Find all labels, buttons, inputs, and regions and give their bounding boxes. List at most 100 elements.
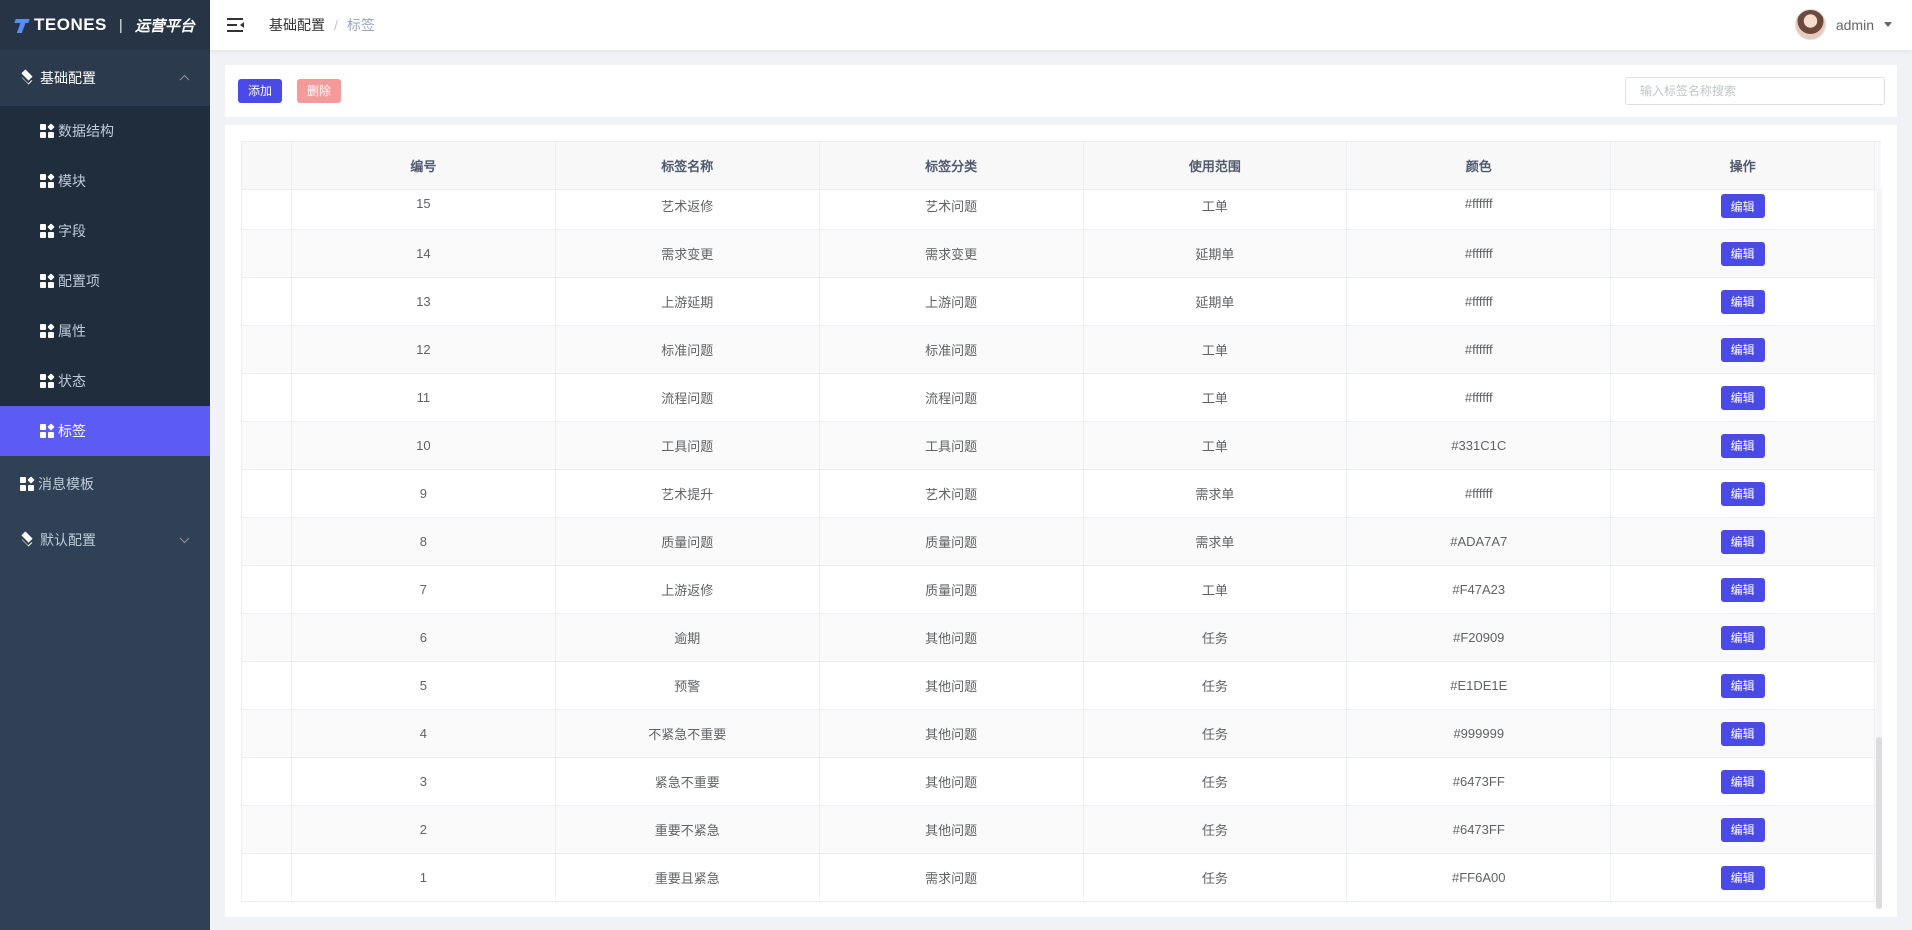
table-row[interactable]: 14 需求变更 需求变更 延期单 #ffffff 编辑 (242, 230, 1882, 278)
edit-button[interactable]: 编辑 (1720, 817, 1765, 842)
edit-button[interactable]: 编辑 (1720, 241, 1765, 266)
table-row[interactable]: 5 预警 其他问题 任务 #E1DE1E 编辑 (242, 662, 1882, 710)
table-row[interactable]: 8 质量问题 质量问题 需求单 #ADA7A7 编辑 (242, 518, 1882, 566)
tag-color-cell: #ffffff (1347, 230, 1612, 278)
edit-button[interactable]: 编辑 (1720, 865, 1765, 890)
edit-button[interactable]: 编辑 (1720, 337, 1765, 362)
table-row[interactable]: 15 艺术返修 艺术问题 工单 #ffffff 编辑 (242, 190, 1882, 230)
sidebar-item-message-template[interactable]: 消息模板 (0, 456, 210, 512)
logo-separator: | (118, 16, 123, 34)
menu-group-default-config[interactable]: 默认配置 (0, 512, 210, 568)
select-column-header[interactable] (242, 142, 292, 190)
sidebar-item-tag[interactable]: 标签 (0, 406, 210, 456)
actions-cell: 编辑 (1611, 566, 1876, 614)
username[interactable]: admin (1836, 17, 1874, 33)
table-row[interactable]: 13 上游延期 上游问题 延期单 #ffffff 编辑 (242, 278, 1882, 326)
actions-cell: 编辑 (1611, 374, 1876, 422)
tag-name-cell: 重要不紧急 (555, 806, 820, 854)
sidebar-item-label: 属性 (58, 323, 86, 339)
caret-down-icon[interactable] (1884, 22, 1892, 27)
tag-color-cell: #999999 (1347, 710, 1612, 758)
tag-scope-cell: 工单 (1083, 566, 1348, 614)
logo[interactable]: TEONES | 运营平台 (0, 0, 210, 50)
sidebar-item-label: 配置项 (58, 273, 100, 289)
edit-button[interactable]: 编辑 (1720, 481, 1765, 506)
tag-color-cell: #ffffff (1347, 278, 1612, 326)
edit-button[interactable]: 编辑 (1720, 289, 1765, 314)
table-row[interactable]: 11 流程问题 流程问题 工单 #ffffff 编辑 (242, 374, 1882, 422)
sidebar-item-config-option[interactable]: 配置项 (0, 256, 210, 306)
table-row[interactable]: 12 标准问题 标准问题 工单 #ffffff 编辑 (242, 326, 1882, 374)
actions-cell: 编辑 (1611, 470, 1876, 518)
table-row[interactable]: 2 重要不紧急 其他问题 任务 #6473FF 编辑 (242, 806, 1882, 854)
row-select-cell[interactable] (242, 614, 292, 662)
row-select-cell[interactable] (242, 230, 292, 278)
tag-scope-cell: 需求单 (1083, 470, 1348, 518)
actions-cell: 编辑 (1611, 422, 1876, 470)
tag-name-cell: 上游返修 (555, 566, 820, 614)
tag-name-cell: 预警 (555, 662, 820, 710)
tag-id-cell: 3 (291, 758, 556, 806)
tag-category-cell: 流程问题 (819, 374, 1084, 422)
breadcrumb-basic-config[interactable]: 基础配置 (269, 15, 325, 35)
table-row[interactable]: 7 上游返修 质量问题 工单 #F47A23 编辑 (242, 566, 1882, 614)
tag-color-cell: #ADA7A7 (1347, 518, 1612, 566)
edit-button[interactable]: 编辑 (1720, 433, 1765, 458)
row-select-cell[interactable] (242, 278, 292, 326)
table-row[interactable]: 9 艺术提升 艺术问题 需求单 #ffffff 编辑 (242, 470, 1882, 518)
table-row[interactable]: 1 重要且紧急 需求问题 任务 #FF6A00 编辑 (242, 854, 1882, 902)
edit-button[interactable]: 编辑 (1720, 194, 1765, 218)
add-button[interactable]: 添加 (238, 79, 283, 103)
tag-category-cell: 其他问题 (819, 662, 1084, 710)
table-row[interactable]: 10 工具问题 工具问题 工单 #331C1C 编辑 (242, 422, 1882, 470)
sidebar-item-field[interactable]: 字段 (0, 206, 210, 256)
collapse-menu-icon[interactable] (227, 18, 245, 32)
row-select-cell[interactable] (242, 190, 292, 230)
tag-category-cell: 质量问题 (819, 518, 1084, 566)
row-select-cell[interactable] (242, 566, 292, 614)
tag-color-cell: #ffffff (1347, 326, 1612, 374)
row-select-cell[interactable] (242, 374, 292, 422)
edit-button[interactable]: 编辑 (1720, 721, 1765, 746)
sidebar-item-data-structure[interactable]: 数据结构 (0, 106, 210, 156)
row-select-cell[interactable] (242, 422, 292, 470)
edit-button[interactable]: 编辑 (1720, 529, 1765, 554)
sidebar-item-label: 消息模板 (38, 476, 94, 492)
tag-search-input[interactable] (1625, 77, 1885, 105)
grid-icon (40, 323, 55, 338)
sidebar-item-module[interactable]: 模块 (0, 156, 210, 206)
sidebar-item-attribute[interactable]: 属性 (0, 306, 210, 356)
table-row[interactable]: 3 紧急不重要 其他问题 任务 #6473FF 编辑 (242, 758, 1882, 806)
row-select-cell[interactable] (242, 710, 292, 758)
row-select-cell[interactable] (242, 326, 292, 374)
menu-group-basic-config[interactable]: 基础配置 (0, 50, 210, 106)
tag-name-cell: 逾期 (555, 614, 820, 662)
sidebar-item-status[interactable]: 状态 (0, 356, 210, 406)
avatar[interactable] (1794, 9, 1826, 40)
row-select-cell[interactable] (242, 662, 292, 710)
row-select-cell[interactable] (242, 854, 292, 902)
tag-table: 编号 标签名称 标签分类 使用范围 颜色 操作 15 艺术返修 艺术问题 工单 #fff… (241, 141, 1882, 902)
row-select-cell[interactable] (242, 758, 292, 806)
delete-button[interactable]: 删除 (297, 79, 342, 103)
row-select-cell[interactable] (242, 470, 292, 518)
table-scrollbar[interactable] (1876, 189, 1882, 909)
tag-color-cell: #F47A23 (1347, 566, 1612, 614)
row-select-cell[interactable] (242, 518, 292, 566)
tag-color-cell: #ffffff (1347, 470, 1612, 518)
edit-button[interactable]: 编辑 (1720, 385, 1765, 410)
header-gutter (1875, 142, 1882, 190)
row-select-cell[interactable] (242, 806, 292, 854)
grid-icon (40, 423, 55, 438)
edit-button[interactable]: 编辑 (1720, 769, 1765, 794)
actions-cell: 编辑 (1611, 854, 1876, 902)
edit-button[interactable]: 编辑 (1720, 577, 1765, 602)
scrollbar-thumb[interactable] (1876, 737, 1882, 909)
tag-category-cell: 需求问题 (819, 854, 1084, 902)
edit-button[interactable]: 编辑 (1720, 673, 1765, 698)
user-menu[interactable]: admin (1794, 9, 1892, 40)
edit-button[interactable]: 编辑 (1720, 625, 1765, 650)
table-row[interactable]: 6 逾期 其他问题 任务 #F20909 编辑 (242, 614, 1882, 662)
table-row[interactable]: 4 不紧急不重要 其他问题 任务 #999999 编辑 (242, 710, 1882, 758)
tag-color-cell: #E1DE1E (1347, 662, 1612, 710)
